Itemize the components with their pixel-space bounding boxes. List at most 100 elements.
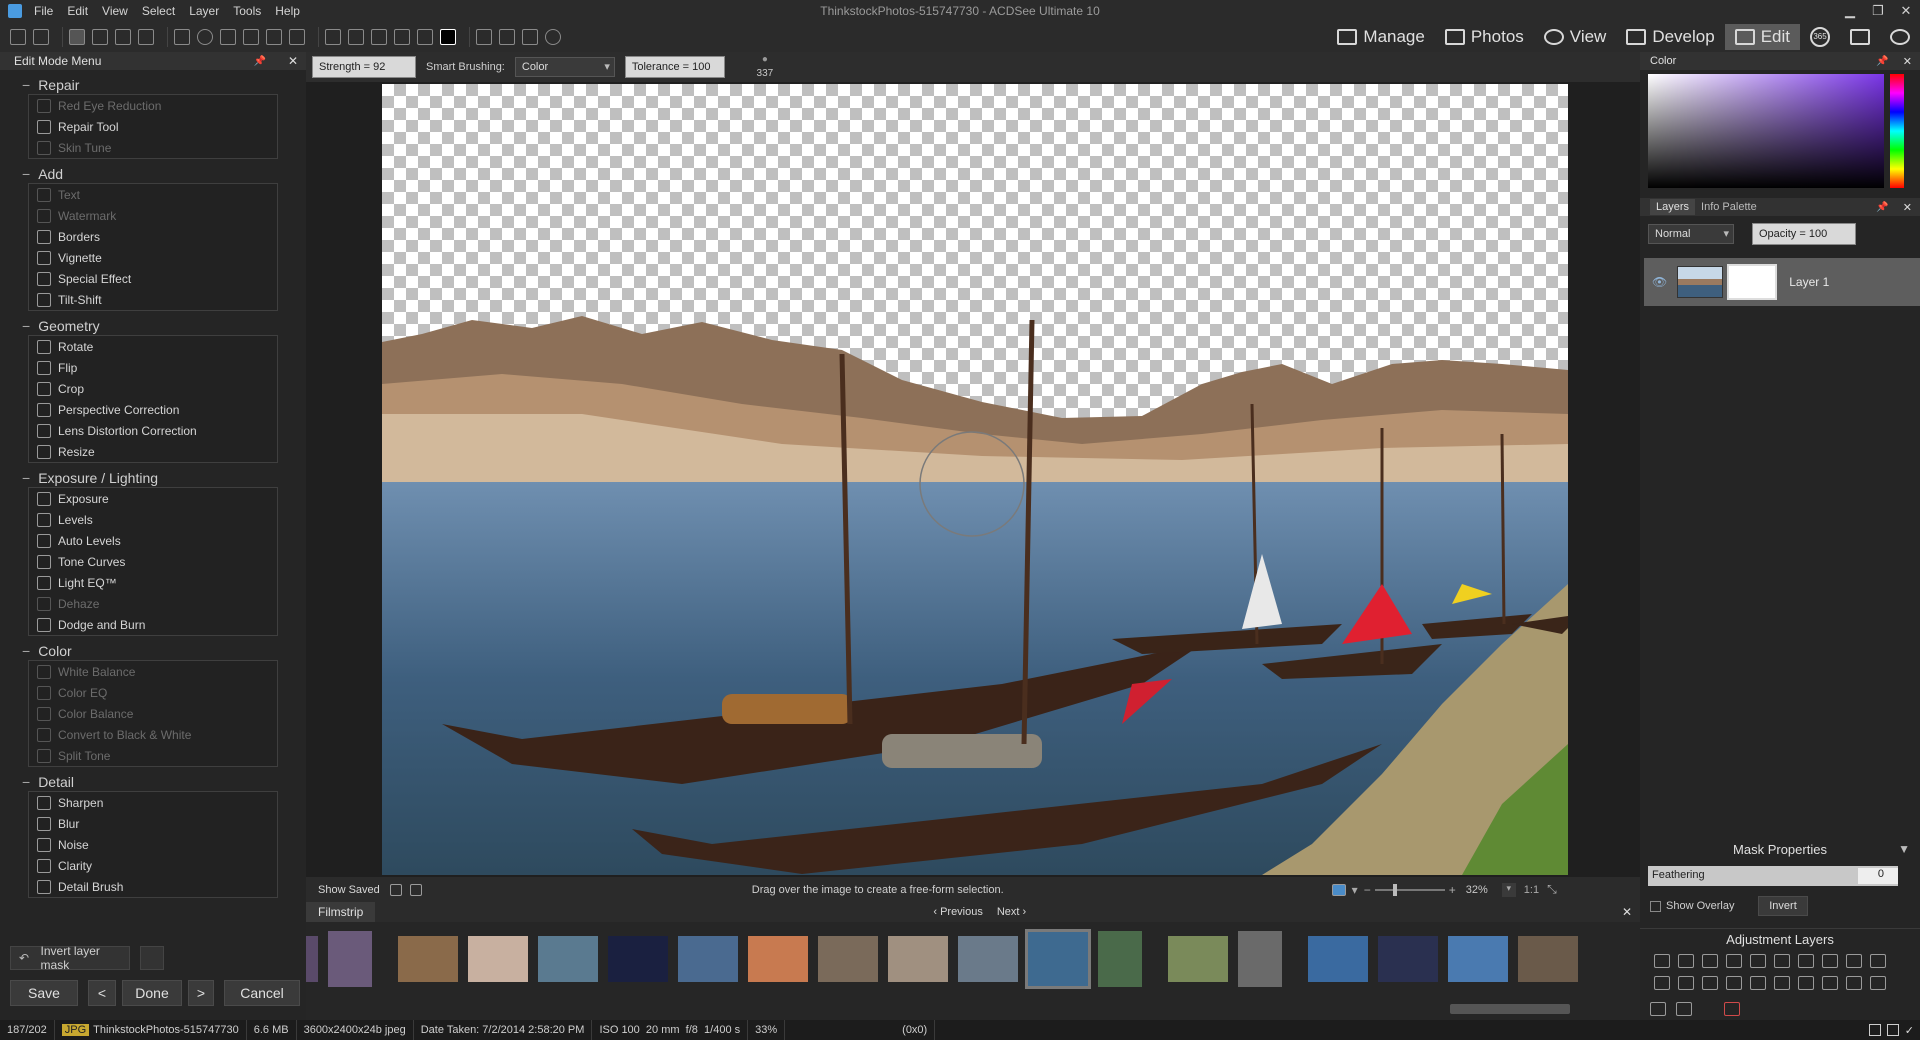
filmstrip-thumbnail[interactable] xyxy=(398,936,458,982)
edited-photo[interactable] xyxy=(382,84,1568,875)
layout-icon[interactable] xyxy=(1868,1024,1881,1036)
adjustment-layer-icon[interactable] xyxy=(1822,976,1838,990)
adjustment-layer-icon[interactable] xyxy=(1678,954,1694,968)
adjustment-layer-icon[interactable] xyxy=(1846,976,1862,990)
group-header[interactable]: − Repair xyxy=(22,76,278,94)
layer-name[interactable]: Layer 1 xyxy=(1789,275,1829,289)
eyedropper-icon[interactable] xyxy=(417,29,433,45)
adjustment-layer-icon[interactable] xyxy=(1870,954,1886,968)
online-mode[interactable] xyxy=(1880,24,1920,50)
play-icon[interactable] xyxy=(522,29,538,45)
adjustment-layer-icon[interactable] xyxy=(1846,954,1862,968)
close-filmstrip-icon[interactable]: ✕ xyxy=(1622,905,1632,919)
filmstrip-thumbnail[interactable] xyxy=(1168,936,1228,982)
menu-view[interactable]: View xyxy=(102,4,128,18)
minimize-button[interactable]: ▁ xyxy=(1836,0,1864,22)
filmstrip-thumbnail[interactable] xyxy=(678,936,738,982)
zoom-out-icon[interactable]: − xyxy=(1364,883,1371,897)
duplicate-layer-icon[interactable] xyxy=(1676,1002,1692,1016)
adjustment-layer-icon[interactable] xyxy=(1678,976,1694,990)
fit-image-icon[interactable]: ⤡ xyxy=(1547,882,1557,897)
menu-tools[interactable]: Tools xyxy=(233,4,261,18)
filmstrip-thumbnail[interactable] xyxy=(1098,931,1142,987)
save-button[interactable]: Save xyxy=(10,980,78,1006)
strength-field[interactable]: Strength = 92 xyxy=(312,56,416,78)
filmstrip-thumbnail[interactable] xyxy=(1238,931,1282,987)
pointer-tool-icon[interactable] xyxy=(33,29,49,45)
group-header[interactable]: − Color xyxy=(22,642,278,660)
menu-item-noise[interactable]: Noise xyxy=(29,834,277,855)
adjustment-layer-icon[interactable] xyxy=(1750,976,1766,990)
eraser-tool-icon[interactable] xyxy=(394,29,410,45)
menu-edit[interactable]: Edit xyxy=(67,4,88,18)
filmstrip-thumbnail[interactable] xyxy=(1025,929,1091,989)
group-header[interactable]: − Geometry xyxy=(22,317,278,335)
collapse-icon[interactable]: − xyxy=(22,470,30,486)
menu-item-light-eq-[interactable]: Light EQ™ xyxy=(29,572,277,593)
filmstrip-thumbnail[interactable] xyxy=(1448,936,1508,982)
line-tool-icon[interactable] xyxy=(220,29,236,45)
opacity-field[interactable]: Opacity = 100 xyxy=(1752,223,1856,245)
menu-file[interactable]: File xyxy=(34,4,53,18)
adjustment-layer-icon[interactable] xyxy=(1702,954,1718,968)
menu-item-rotate[interactable]: Rotate xyxy=(29,336,277,357)
collapse-icon[interactable]: ▼ xyxy=(1898,842,1910,856)
show-saved-button[interactable]: Show Saved xyxy=(318,884,380,896)
collapse-icon[interactable]: − xyxy=(22,318,30,334)
arrow-tool-icon[interactable] xyxy=(243,29,259,45)
fullscreen-icon[interactable] xyxy=(389,883,402,896)
menu-item-tone-curves[interactable]: Tone Curves xyxy=(29,551,277,572)
menu-item-flip[interactable]: Flip xyxy=(29,357,277,378)
menu-select[interactable]: Select xyxy=(142,4,175,18)
menu-item-detail-brush[interactable]: Detail Brush xyxy=(29,876,277,897)
brush-tool-icon[interactable] xyxy=(325,29,341,45)
mask-view-icon[interactable] xyxy=(476,29,492,45)
adjustment-layer-icon[interactable] xyxy=(1702,976,1718,990)
image-canvas[interactable] xyxy=(306,82,1640,877)
brush-size-control[interactable]: ● 337 xyxy=(755,54,775,80)
magic-wand-icon[interactable] xyxy=(138,29,154,45)
hand-tool-icon[interactable] xyxy=(10,29,26,45)
mode-view[interactable]: View xyxy=(1534,24,1617,50)
mode-photos[interactable]: Photos xyxy=(1435,24,1534,50)
gradient-tool-icon[interactable] xyxy=(371,29,387,45)
maximize-button[interactable]: ❐ xyxy=(1864,0,1892,22)
filmstrip-scroll-thumb[interactable] xyxy=(1450,1004,1570,1014)
group-header[interactable]: − Exposure / Lighting xyxy=(22,469,278,487)
magic-select-icon[interactable] xyxy=(92,29,108,45)
adjustment-layer-icon[interactable] xyxy=(1774,976,1790,990)
collapse-icon[interactable]: − xyxy=(22,643,30,659)
mask-overlay-icon[interactable] xyxy=(499,29,515,45)
spline-tool-icon[interactable] xyxy=(289,29,305,45)
info-palette-tab[interactable]: Info Palette xyxy=(1701,201,1757,213)
menu-item-tilt-shift[interactable]: Tilt-Shift xyxy=(29,289,277,310)
split-icon[interactable] xyxy=(1886,1024,1899,1036)
pin-icon[interactable]: 📌 xyxy=(253,56,265,67)
actual-size-button[interactable]: 1:1 xyxy=(1524,884,1539,896)
layers-tab[interactable]: Layers xyxy=(1650,199,1696,215)
menu-item-dodge-and-burn[interactable]: Dodge and Burn xyxy=(29,614,277,635)
group-header[interactable]: − Add xyxy=(22,165,278,183)
menu-help[interactable]: Help xyxy=(275,4,300,18)
layer-visibility-eye-icon[interactable]: 👁 xyxy=(1652,275,1667,289)
menu-item-perspective-correction[interactable]: Perspective Correction xyxy=(29,399,277,420)
menu-item-resize[interactable]: Resize xyxy=(29,441,277,462)
menu-item-lens-distortion-correction[interactable]: Lens Distortion Correction xyxy=(29,420,277,441)
adjustment-layer-icon[interactable] xyxy=(1750,954,1766,968)
cancel-button[interactable]: Cancel xyxy=(224,980,300,1006)
add-layer-icon[interactable] xyxy=(1650,1002,1666,1016)
next-image-button[interactable]: > xyxy=(188,980,214,1006)
adjustment-layer-icon[interactable] xyxy=(1726,954,1742,968)
next-button[interactable]: Next › xyxy=(997,906,1026,918)
check-icon[interactable]: ✓ xyxy=(1905,1024,1914,1037)
filmstrip-thumbnail[interactable] xyxy=(328,931,372,987)
color-picker-field[interactable] xyxy=(1648,74,1884,188)
zoom-value[interactable]: 32% xyxy=(1466,884,1488,896)
adjustment-layer-icon[interactable] xyxy=(1654,954,1670,968)
menu-item-crop[interactable]: Crop xyxy=(29,378,277,399)
ellipse-tool-icon[interactable] xyxy=(197,29,213,45)
zoom-slider-thumb[interactable] xyxy=(1392,883,1397,896)
adjustment-layer-icon[interactable] xyxy=(1870,976,1886,990)
filmstrip-tab[interactable]: Filmstrip xyxy=(306,902,376,922)
menu-item-blur[interactable]: Blur xyxy=(29,813,277,834)
